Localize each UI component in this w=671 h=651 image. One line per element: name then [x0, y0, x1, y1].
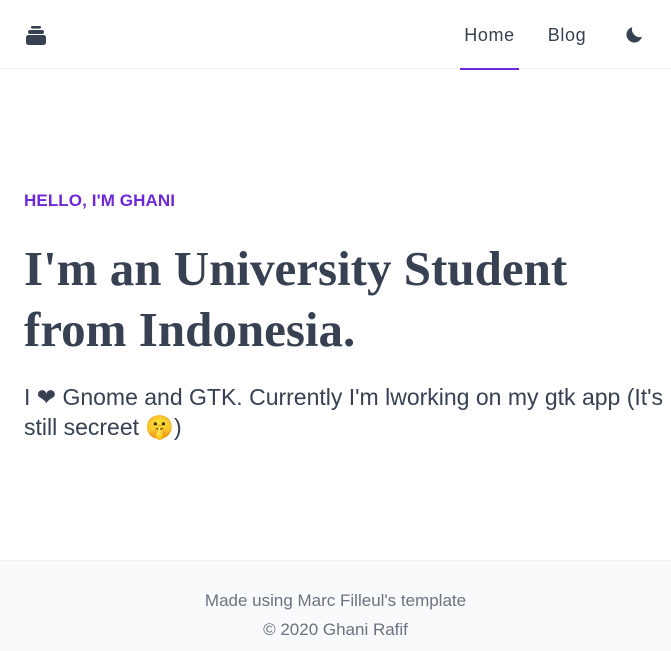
site-header: Home Blog — [0, 0, 671, 70]
moon-icon[interactable] — [624, 24, 645, 45]
cake-icon[interactable] — [25, 26, 47, 45]
footer-credit: Made using Marc Filleul's template — [204, 591, 467, 610]
hero-intro: I ❤ Gnome and GTK. Currently I'm lworkin… — [24, 384, 664, 440]
hero-headline: I'm an University Student from Indonesia… — [24, 241, 568, 357]
nav-item-home[interactable]: Home — [460, 0, 519, 69]
active-nav-indicator — [460, 68, 519, 70]
page: Home Blog HELLO, I'M GHANI I'm an Univer… — [0, 0, 671, 651]
greeting-kicker: HELLO, I'M GHANI — [24, 191, 176, 210]
nav-item-blog[interactable]: Blog — [545, 0, 589, 69]
site-footer: Made using Marc Filleul's template © 202… — [0, 560, 671, 651]
footer-copyright: © 2020 Ghani Rafif — [263, 620, 408, 639]
